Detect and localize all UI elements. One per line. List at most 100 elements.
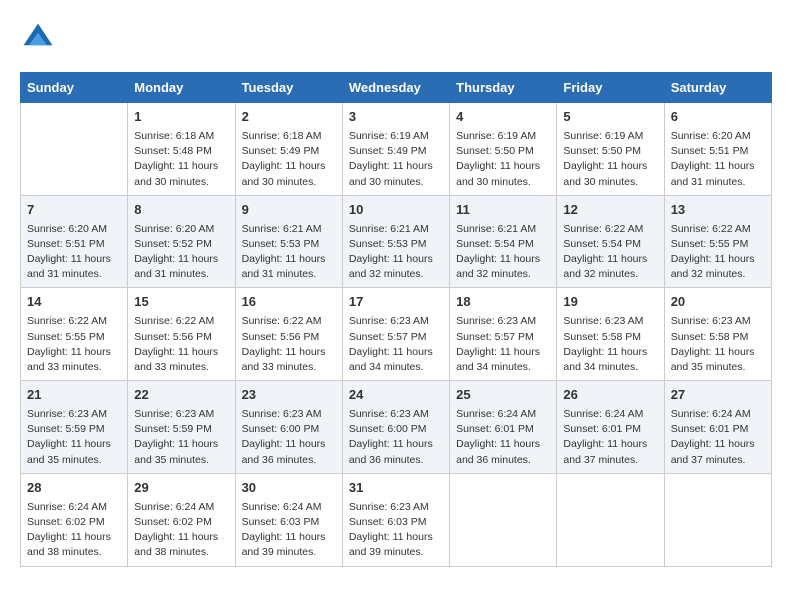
logo-icon <box>20 20 56 56</box>
calendar-cell: 13 Sunrise: 6:22 AM Sunset: 5:55 PM Dayli… <box>664 195 771 288</box>
calendar-cell: 6 Sunrise: 6:20 AM Sunset: 5:51 PM Daylig… <box>664 103 771 196</box>
calendar-cell: 1Sunrise: 6:18 AM Sunset: 5:48 PM Daylig… <box>128 103 235 196</box>
calendar-cell: 29 Sunrise: 6:24 AM Sunset: 6:02 PM Dayli… <box>128 473 235 566</box>
day-number: 26 <box>563 386 657 405</box>
day-number: 10 <box>349 201 443 220</box>
calendar-cell: 28Sunrise: 6:24 AM Sunset: 6:02 PM Dayli… <box>21 473 128 566</box>
day-number: 25 <box>456 386 550 405</box>
day-number: 19 <box>563 293 657 312</box>
day-number: 30 <box>242 479 336 498</box>
calendar-cell: 18 Sunrise: 6:23 AM Sunset: 5:57 PM Dayli… <box>450 288 557 381</box>
calendar-row: 7 Sunrise: 6:20 AM Sunset: 5:51 PM Daylig… <box>21 195 772 288</box>
calendar-row: 21 Sunrise: 6:23 AM Sunset: 5:59 PM Dayli… <box>21 381 772 474</box>
day-info: Sunrise: 6:22 AM Sunset: 5:55 PM Dayligh… <box>671 222 765 283</box>
day-number: 15 <box>134 293 228 312</box>
calendar-cell: 31 Sunrise: 6:23 AM Sunset: 6:03 PM Dayli… <box>342 473 449 566</box>
day-info: Sunrise: 6:24 AM Sunset: 6:02 PM Dayligh… <box>134 500 228 561</box>
day-info: Sunrise: 6:24 AM Sunset: 6:01 PM Dayligh… <box>456 407 550 468</box>
day-number: 12 <box>563 201 657 220</box>
day-info: Sunrise: 6:19 AM Sunset: 5:50 PM Dayligh… <box>563 129 657 190</box>
header-cell-saturday: Saturday <box>664 73 771 103</box>
calendar-row: 14 Sunrise: 6:22 AM Sunset: 5:55 PM Dayli… <box>21 288 772 381</box>
calendar-cell: 17 Sunrise: 6:23 AM Sunset: 5:57 PM Dayli… <box>342 288 449 381</box>
day-number: 1 <box>134 108 228 127</box>
header-cell-monday: Monday <box>128 73 235 103</box>
calendar-cell <box>450 473 557 566</box>
header-cell-tuesday: Tuesday <box>235 73 342 103</box>
calendar-cell <box>664 473 771 566</box>
calendar-cell: 22 Sunrise: 6:23 AM Sunset: 5:59 PM Dayli… <box>128 381 235 474</box>
day-info: Sunrise: 6:18 AM Sunset: 5:49 PM Dayligh… <box>242 129 336 190</box>
day-info: Sunrise: 6:21 AM Sunset: 5:53 PM Dayligh… <box>242 222 336 283</box>
day-info: Sunrise: 6:22 AM Sunset: 5:56 PM Dayligh… <box>134 314 228 375</box>
day-info: Sunrise: 6:23 AM Sunset: 5:58 PM Dayligh… <box>563 314 657 375</box>
day-number: 20 <box>671 293 765 312</box>
header-cell-wednesday: Wednesday <box>342 73 449 103</box>
day-info: Sunrise: 6:23 AM Sunset: 6:00 PM Dayligh… <box>242 407 336 468</box>
calendar-cell: 5Sunrise: 6:19 AM Sunset: 5:50 PM Daylig… <box>557 103 664 196</box>
page-header <box>20 20 772 56</box>
day-number: 22 <box>134 386 228 405</box>
day-number: 18 <box>456 293 550 312</box>
day-info: Sunrise: 6:21 AM Sunset: 5:53 PM Dayligh… <box>349 222 443 283</box>
day-number: 29 <box>134 479 228 498</box>
day-number: 7 <box>27 201 121 220</box>
calendar-cell: 15 Sunrise: 6:22 AM Sunset: 5:56 PM Dayli… <box>128 288 235 381</box>
day-info: Sunrise: 6:20 AM Sunset: 5:51 PM Dayligh… <box>27 222 121 283</box>
calendar-header-row: SundayMondayTuesdayWednesdayThursdayFrid… <box>21 73 772 103</box>
day-number: 9 <box>242 201 336 220</box>
calendar-cell: 24 Sunrise: 6:23 AM Sunset: 6:00 PM Dayli… <box>342 381 449 474</box>
calendar-cell: 21 Sunrise: 6:23 AM Sunset: 5:59 PM Dayli… <box>21 381 128 474</box>
calendar-cell <box>21 103 128 196</box>
calendar-cell: 26 Sunrise: 6:24 AM Sunset: 6:01 PM Dayli… <box>557 381 664 474</box>
day-info: Sunrise: 6:24 AM Sunset: 6:01 PM Dayligh… <box>563 407 657 468</box>
day-number: 8 <box>134 201 228 220</box>
day-number: 14 <box>27 293 121 312</box>
day-number: 6 <box>671 108 765 127</box>
calendar-cell: 23 Sunrise: 6:23 AM Sunset: 6:00 PM Dayli… <box>235 381 342 474</box>
day-info: Sunrise: 6:22 AM Sunset: 5:56 PM Dayligh… <box>242 314 336 375</box>
calendar-row: 28Sunrise: 6:24 AM Sunset: 6:02 PM Dayli… <box>21 473 772 566</box>
calendar-cell: 11Sunrise: 6:21 AM Sunset: 5:54 PM Dayli… <box>450 195 557 288</box>
header-cell-sunday: Sunday <box>21 73 128 103</box>
calendar-cell: 20 Sunrise: 6:23 AM Sunset: 5:58 PM Dayli… <box>664 288 771 381</box>
calendar-row: 1Sunrise: 6:18 AM Sunset: 5:48 PM Daylig… <box>21 103 772 196</box>
day-info: Sunrise: 6:19 AM Sunset: 5:49 PM Dayligh… <box>349 129 443 190</box>
day-info: Sunrise: 6:20 AM Sunset: 5:51 PM Dayligh… <box>671 129 765 190</box>
day-info: Sunrise: 6:23 AM Sunset: 6:03 PM Dayligh… <box>349 500 443 561</box>
day-number: 2 <box>242 108 336 127</box>
header-cell-friday: Friday <box>557 73 664 103</box>
day-info: Sunrise: 6:24 AM Sunset: 6:02 PM Dayligh… <box>27 500 121 561</box>
day-number: 27 <box>671 386 765 405</box>
calendar-cell: 12Sunrise: 6:22 AM Sunset: 5:54 PM Dayli… <box>557 195 664 288</box>
day-number: 4 <box>456 108 550 127</box>
header-cell-thursday: Thursday <box>450 73 557 103</box>
day-info: Sunrise: 6:19 AM Sunset: 5:50 PM Dayligh… <box>456 129 550 190</box>
day-number: 16 <box>242 293 336 312</box>
calendar-cell: 8 Sunrise: 6:20 AM Sunset: 5:52 PM Daylig… <box>128 195 235 288</box>
day-info: Sunrise: 6:23 AM Sunset: 5:58 PM Dayligh… <box>671 314 765 375</box>
day-info: Sunrise: 6:22 AM Sunset: 5:55 PM Dayligh… <box>27 314 121 375</box>
calendar-cell: 10 Sunrise: 6:21 AM Sunset: 5:53 PM Dayli… <box>342 195 449 288</box>
day-number: 23 <box>242 386 336 405</box>
calendar-cell: 16 Sunrise: 6:22 AM Sunset: 5:56 PM Dayli… <box>235 288 342 381</box>
day-number: 17 <box>349 293 443 312</box>
day-info: Sunrise: 6:23 AM Sunset: 5:57 PM Dayligh… <box>349 314 443 375</box>
day-info: Sunrise: 6:20 AM Sunset: 5:52 PM Dayligh… <box>134 222 228 283</box>
calendar-table: SundayMondayTuesdayWednesdayThursdayFrid… <box>20 72 772 567</box>
day-info: Sunrise: 6:24 AM Sunset: 6:01 PM Dayligh… <box>671 407 765 468</box>
day-info: Sunrise: 6:24 AM Sunset: 6:03 PM Dayligh… <box>242 500 336 561</box>
day-number: 11 <box>456 201 550 220</box>
day-number: 21 <box>27 386 121 405</box>
day-number: 24 <box>349 386 443 405</box>
day-info: Sunrise: 6:23 AM Sunset: 6:00 PM Dayligh… <box>349 407 443 468</box>
calendar-cell <box>557 473 664 566</box>
day-number: 31 <box>349 479 443 498</box>
day-info: Sunrise: 6:23 AM Sunset: 5:59 PM Dayligh… <box>134 407 228 468</box>
day-number: 13 <box>671 201 765 220</box>
day-info: Sunrise: 6:23 AM Sunset: 5:57 PM Dayligh… <box>456 314 550 375</box>
calendar-cell: 7 Sunrise: 6:20 AM Sunset: 5:51 PM Daylig… <box>21 195 128 288</box>
day-info: Sunrise: 6:23 AM Sunset: 5:59 PM Dayligh… <box>27 407 121 468</box>
calendar-cell: 3Sunrise: 6:19 AM Sunset: 5:49 PM Daylig… <box>342 103 449 196</box>
calendar-cell: 9 Sunrise: 6:21 AM Sunset: 5:53 PM Daylig… <box>235 195 342 288</box>
